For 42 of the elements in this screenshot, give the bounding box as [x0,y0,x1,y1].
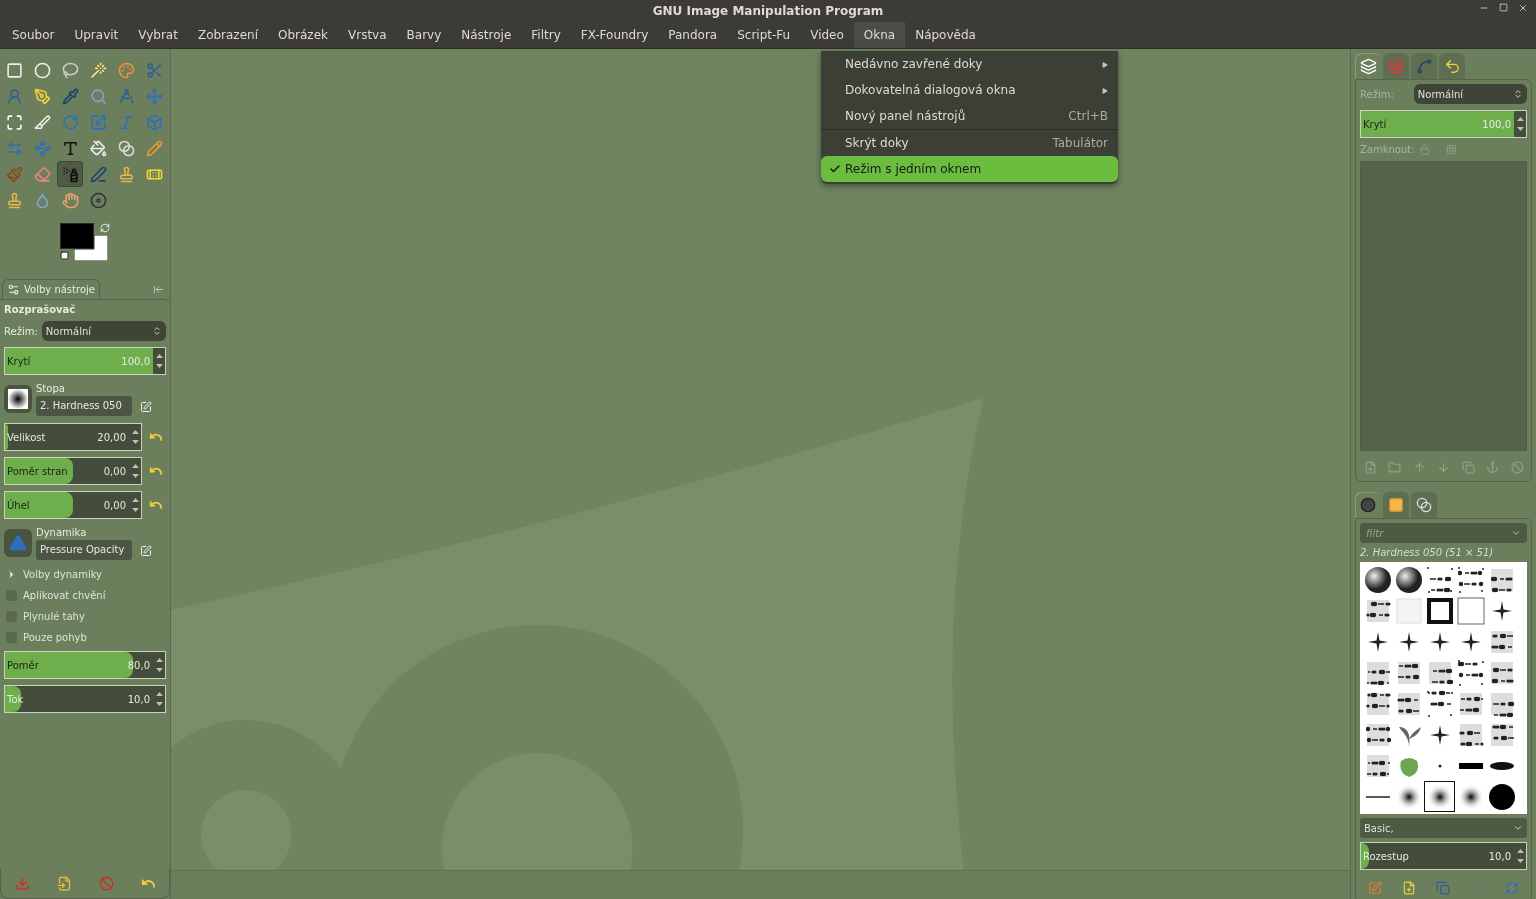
menu-item[interactable]: Skrýt doky Tabulátor [821,130,1118,156]
tag-dropdown[interactable]: Basic, [1360,818,1527,838]
resource-label: Stopa [36,382,66,394]
mode-dropdown[interactable]: Normální [41,321,166,341]
menu-item[interactable]: Script-Fu [727,22,801,48]
checkbox[interactable]: Plynulé tahy [4,609,166,624]
menu-item[interactable]: Pandora [658,22,728,48]
menu-item[interactable]: Vybrat [128,22,188,48]
panel-tab[interactable]: Volby nástroje [2,279,100,299]
spin-slider[interactable]: Poměr stran 0,00 [4,457,142,485]
spin-slider[interactable]: Krytí 100,0 [1360,110,1527,138]
menu-item[interactable]: Režim s jedním oknem [821,156,1118,182]
expander[interactable]: Volby dynamiky [4,567,166,582]
menu-item[interactable]: Video [800,22,854,48]
menu-item[interactable]: Zobrazení [187,22,268,48]
spin-slider[interactable]: Krytí 100,0 [4,347,166,375]
resource-name-field[interactable]: Pressure Opacity [36,539,132,560]
lock-label: Zamknout: [1360,144,1415,155]
menu-item[interactable]: Nápověda [905,22,986,48]
checkbox[interactable]: Pouze pohyb [4,630,166,645]
menu-item[interactable]: Upravit [64,22,129,48]
menu-item[interactable]: Dokovatelná dialogová okna [821,77,1118,103]
menu-item[interactable]: Filtry [521,22,571,48]
checkbox[interactable]: Aplikovat chvění [4,588,166,603]
menu-item[interactable]: Soubor [2,22,65,48]
tool-name: Rozprašovač [4,304,77,315]
menu-item[interactable]: Okna [853,22,906,48]
menu-item[interactable]: Obrázek [268,22,338,48]
window-title: GNU Image Manipulation Program [652,4,884,18]
menu-item[interactable]: Barvy [396,22,452,48]
resource-name-field[interactable]: 2. Hardness 050 [36,395,132,416]
brush-name: 2. Hardness 050 (51 × 51) [1360,547,1495,558]
resource-label: Dynamika [36,526,88,538]
menu-item[interactable]: Nástroje [451,22,522,48]
mode-dropdown[interactable]: Normální [1413,84,1527,104]
menu-item[interactable]: FX-Foundry [570,22,659,48]
mode-label: Režim: [1360,88,1394,100]
menu-item[interactable]: Nový panel nástrojů Ctrl+B [821,103,1118,129]
menu-item[interactable]: Vrstva [338,22,397,48]
menu-item[interactable]: Nedávno zavřené doky [821,51,1118,77]
spin-slider[interactable]: Úhel 0,00 [4,491,142,519]
mode-label: Režim: [4,325,38,337]
